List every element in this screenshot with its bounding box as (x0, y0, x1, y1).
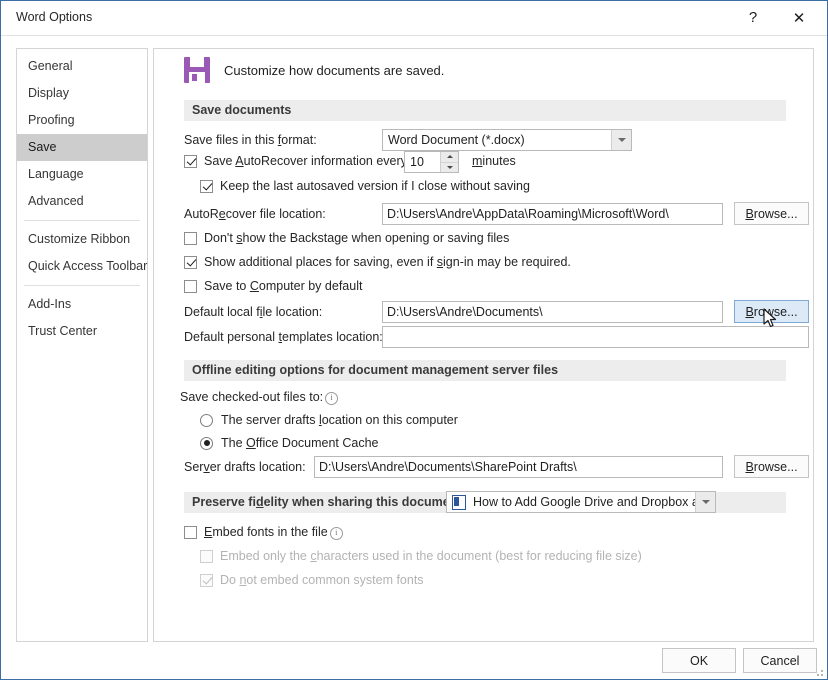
radio-office-document-cache[interactable] (200, 436, 213, 450)
autorecover-label: Save AutoRecover information every (204, 154, 407, 168)
ok-button[interactable]: OK (662, 648, 736, 673)
section-header-offline-editing: Offline editing options for document man… (184, 360, 786, 381)
default-local-location-label: Default local file location: (184, 305, 323, 319)
word-options-dialog: Word Options ? ✕ General Display Proofin… (0, 0, 828, 680)
embed-characters-checkbox (200, 549, 213, 563)
sidebar-item-general[interactable]: General (17, 53, 147, 80)
sidebar-navigation: General Display Proofing Save Language A… (16, 48, 148, 642)
show-additional-places-label: Show additional places for saving, even … (204, 255, 571, 269)
default-local-browse-button[interactable]: Browse... (734, 300, 809, 323)
sidebar-item-display[interactable]: Display (17, 80, 147, 107)
options-panel: Customize how documents are saved. Save … (153, 48, 814, 642)
info-icon[interactable]: i (329, 527, 343, 540)
minutes-label: minutes (472, 154, 516, 168)
server-drafts-browse-button[interactable]: Browse... (734, 455, 809, 478)
radio-server-drafts[interactable] (200, 413, 213, 427)
no-common-fonts-checkbox-row: Do not embed common system fonts (200, 573, 424, 587)
sidebar-item-advanced[interactable]: Advanced (17, 188, 147, 215)
help-button[interactable]: ? (731, 1, 775, 34)
autorecover-minutes-value[interactable]: 10 (405, 155, 440, 169)
chevron-down-icon[interactable] (611, 130, 631, 150)
embed-fonts-checkbox-row[interactable]: Embed fonts in the file i (184, 525, 343, 540)
sidebar-separator-2 (24, 285, 140, 286)
radio-server-drafts-label: The server drafts location on this compu… (221, 413, 458, 427)
save-format-value: Word Document (*.docx) (388, 133, 525, 147)
autorecover-location-label: AutoRecover file location: (184, 207, 326, 221)
chevron-down-icon[interactable] (695, 492, 715, 512)
autorecover-location-input[interactable]: D:\Users\Andre\AppData\Roaming\Microsoft… (382, 203, 723, 225)
page-heading-text: Customize how documents are saved. (224, 62, 445, 78)
server-drafts-location-label: Server drafts location: (184, 460, 306, 474)
info-icon[interactable]: i (325, 392, 339, 405)
default-local-location-input[interactable]: D:\Users\Andre\Documents\ (382, 301, 723, 323)
sidebar-item-language[interactable]: Language (17, 161, 147, 188)
title-bar: Word Options ? ✕ (1, 1, 827, 36)
sidebar-item-quick-access-toolbar[interactable]: Quick Access Toolbar (17, 253, 147, 280)
save-floppy-icon (184, 57, 210, 83)
cancel-button[interactable]: Cancel (743, 648, 817, 673)
save-to-computer-checkbox[interactable] (184, 279, 197, 293)
save-to-computer-checkbox-row[interactable]: Save to Computer by default (184, 279, 362, 293)
show-additional-places-checkbox-row[interactable]: Show additional places for saving, even … (184, 255, 571, 269)
section-header-save-documents: Save documents (184, 100, 786, 121)
save-to-computer-label: Save to Computer by default (204, 279, 363, 293)
preserve-fidelity-document-combobox[interactable]: How to Add Google Drive and Dropbox a... (446, 491, 716, 513)
stepper-down-icon[interactable] (441, 162, 458, 172)
radio-office-cache-label: The Office Document Cache (221, 436, 379, 450)
close-button[interactable]: ✕ (777, 1, 821, 34)
hide-backstage-checkbox[interactable] (184, 231, 197, 245)
keep-last-autosaved-checkbox[interactable] (200, 179, 213, 193)
embed-characters-label: Embed only the characters used in the do… (220, 549, 642, 563)
server-drafts-location-input[interactable]: D:\Users\Andre\Documents\SharePoint Draf… (314, 456, 723, 478)
sidebar-item-trust-center[interactable]: Trust Center (17, 318, 147, 345)
radio-server-drafts-row[interactable]: The server drafts location on this compu… (200, 413, 458, 427)
embed-fonts-checkbox[interactable] (184, 526, 197, 539)
sidebar-separator-1 (24, 220, 140, 221)
radio-office-cache-row[interactable]: The Office Document Cache (200, 436, 379, 450)
resize-grip[interactable] (813, 666, 823, 676)
sidebar-item-customize-ribbon[interactable]: Customize Ribbon (17, 226, 147, 253)
hide-backstage-label: Don't show the Backstage when opening or… (204, 231, 510, 245)
stepper-up-icon[interactable] (441, 152, 458, 163)
autorecover-checkbox-row[interactable]: Save AutoRecover information every (184, 154, 407, 168)
sidebar-item-add-ins[interactable]: Add-Ins (17, 291, 147, 318)
sidebar-item-proofing[interactable]: Proofing (17, 107, 147, 134)
embed-characters-checkbox-row: Embed only the characters used in the do… (200, 549, 642, 563)
embed-fonts-label: Embed fonts in the file i (204, 525, 343, 540)
default-templates-location-input[interactable] (382, 326, 809, 348)
window-title: Word Options (16, 10, 93, 24)
checked-out-files-label: Save checked-out files to: i (180, 390, 339, 405)
no-common-fonts-label: Do not embed common system fonts (220, 573, 424, 587)
autorecover-minutes-stepper[interactable]: 10 (404, 151, 459, 173)
save-format-label: Save files in this format: (184, 133, 317, 147)
page-heading: Customize how documents are saved. (184, 57, 444, 83)
keep-last-autosaved-checkbox-row[interactable]: Keep the last autosaved version if I clo… (200, 179, 530, 193)
no-common-fonts-checkbox (200, 573, 213, 587)
hide-backstage-checkbox-row[interactable]: Don't show the Backstage when opening or… (184, 231, 509, 245)
save-format-combobox[interactable]: Word Document (*.docx) (382, 129, 632, 151)
sidebar-item-save[interactable]: Save (17, 134, 147, 161)
default-templates-location-label: Default personal templates location: (184, 330, 383, 344)
autorecover-checkbox[interactable] (184, 154, 197, 168)
autorecover-browse-button[interactable]: Browse... (734, 202, 809, 225)
word-document-icon (452, 494, 466, 510)
show-additional-places-checkbox[interactable] (184, 255, 197, 269)
keep-last-autosaved-label: Keep the last autosaved version if I clo… (220, 179, 530, 193)
preserve-fidelity-document-value: How to Add Google Drive and Dropbox a... (473, 495, 695, 509)
